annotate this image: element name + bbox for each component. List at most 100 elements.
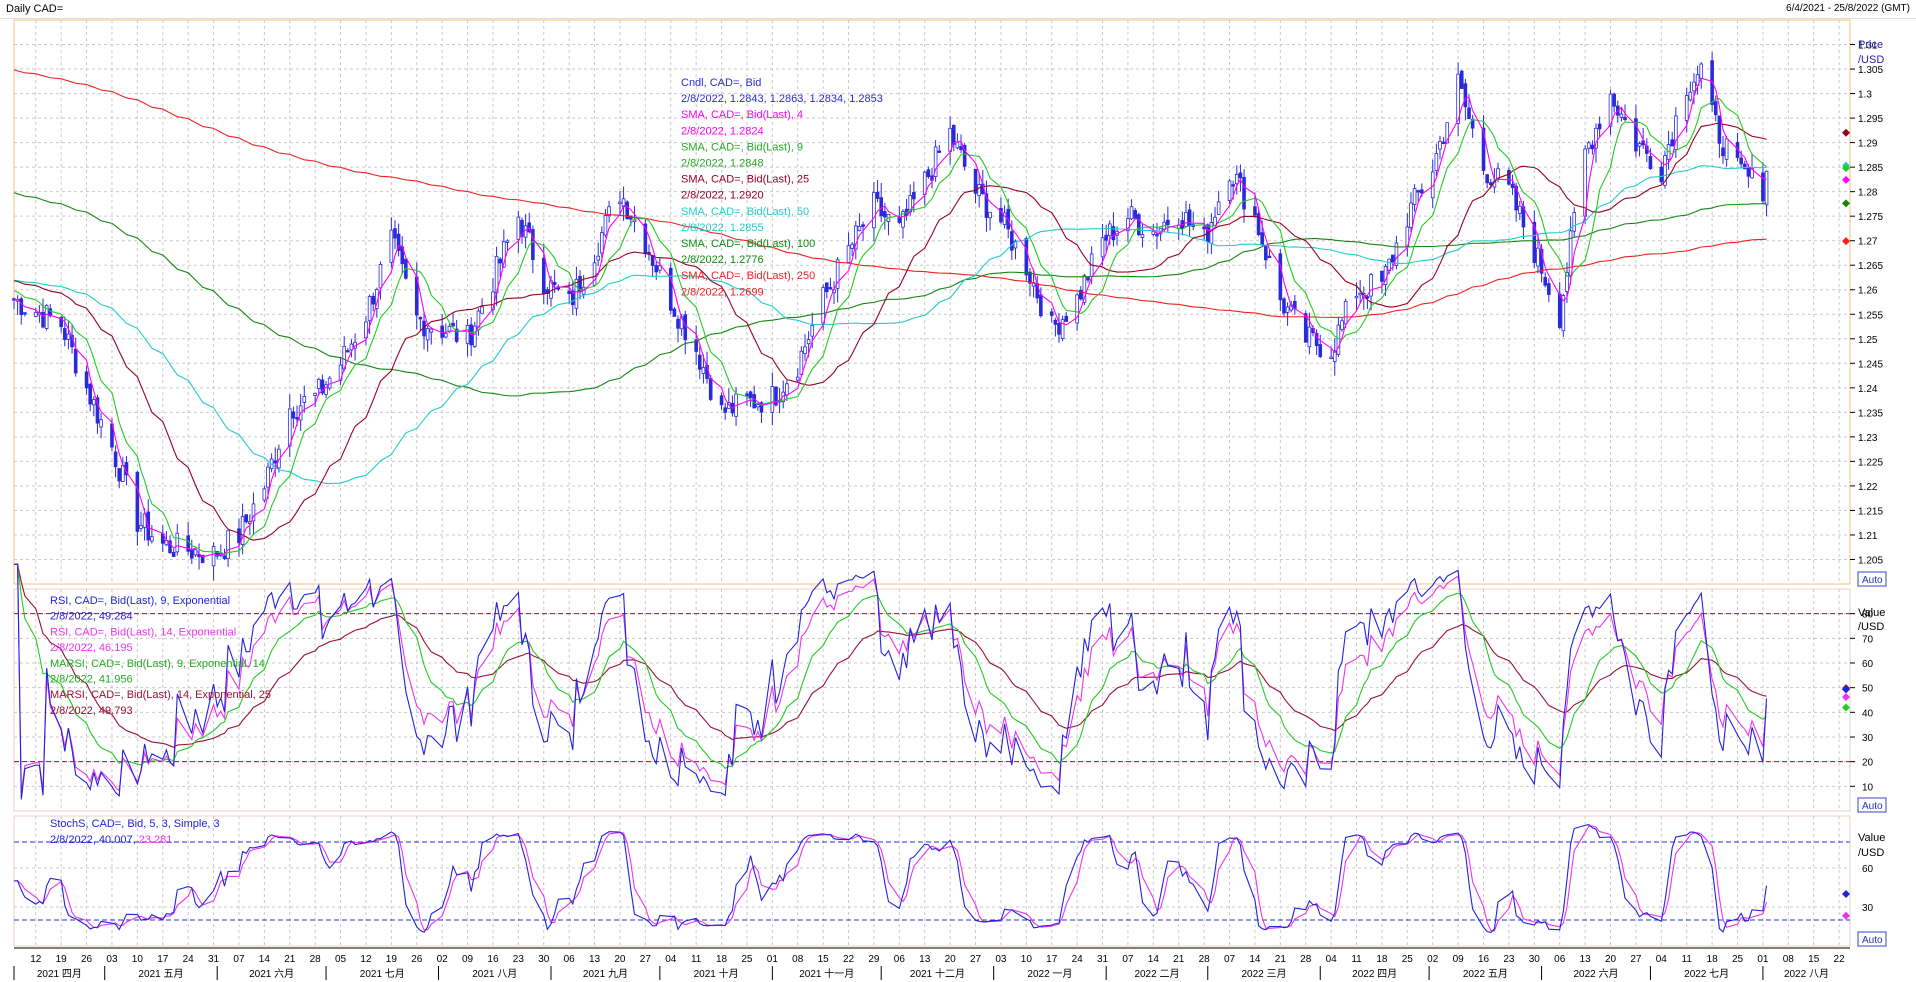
- candle-body: [291, 411, 296, 419]
- stoch-series: [13, 823, 1768, 934]
- month-label: 2022 七月: [1684, 968, 1729, 980]
- stoch-axis-unit: /USD: [1858, 847, 1884, 859]
- x-tick-label: 26: [81, 954, 93, 965]
- rsi-legend-line: 2/8/2022, 46.195: [50, 642, 133, 654]
- candle-body: [1231, 184, 1235, 187]
- x-tick-label: 28: [310, 954, 322, 965]
- x-tick-label: 18: [1707, 954, 1719, 965]
- candle-body: [1764, 170, 1769, 206]
- candle-body: [828, 287, 833, 290]
- candle-body: [171, 552, 176, 557]
- candle-body: [1202, 226, 1206, 230]
- x-tick-label: 25: [1732, 954, 1744, 965]
- candle-body: [1699, 63, 1704, 79]
- x-tick-label: 07: [1122, 954, 1134, 965]
- chart-canvas[interactable]: 12 19 26 03 10 17 24 31 07 14 21 28 05 12 19 26 02 09 16 23…: [0, 0, 1916, 982]
- candle-body: [1717, 115, 1722, 144]
- candle-body: [346, 350, 350, 353]
- sma-250-line: [13, 69, 1767, 318]
- gridlines: [14, 20, 1850, 946]
- stoch-axis-title: Value: [1858, 832, 1885, 844]
- candle-body: [175, 532, 180, 553]
- price-legend-line: SMA, CAD=, Bid(Last), 25: [681, 174, 809, 186]
- candle-body: [73, 348, 78, 374]
- candle-body: [23, 312, 27, 315]
- x-tick-label: 09: [1453, 954, 1465, 965]
- candle-body: [1659, 166, 1664, 183]
- candle-body: [211, 546, 216, 567]
- price-legend-line: SMA, CAD=, Bid(Last), 250: [681, 270, 815, 282]
- candle-body: [393, 228, 397, 239]
- candle-body: [440, 325, 444, 338]
- candle-body: [824, 282, 829, 293]
- candle-body: [1151, 230, 1156, 235]
- price-tick-label: 1.295: [1858, 114, 1883, 125]
- rsi-auto-button[interactable]: Auto: [1857, 797, 1887, 813]
- x-tick-label: 13: [589, 954, 601, 965]
- x-tick-label: 04: [1656, 954, 1668, 965]
- candle-body: [1104, 234, 1108, 241]
- x-tick-label: 18: [1376, 954, 1388, 965]
- x-tick-label: 30: [538, 954, 550, 965]
- candle-body: [857, 225, 862, 232]
- price-tick-label: 1.265: [1858, 261, 1883, 272]
- stoch-k-line: [13, 823, 1768, 934]
- rsi-legend-line: MARSI, CAD=, Bid(Last), 9, Exponential, …: [50, 658, 265, 670]
- candle-body: [1586, 142, 1591, 149]
- candle-body: [1441, 141, 1446, 144]
- sma250-marker: [1842, 237, 1850, 246]
- x-tick-label: 12: [30, 954, 42, 965]
- candle-body: [1129, 206, 1134, 220]
- x-tick-label: 21: [1173, 954, 1185, 965]
- price-legend-line: 2/8/2022, 1.2855: [681, 222, 764, 234]
- candle-body: [273, 460, 278, 464]
- candle-body: [1412, 188, 1417, 205]
- x-tick-label: 03: [995, 954, 1007, 965]
- candle-body: [266, 466, 270, 488]
- candle-body: [1648, 155, 1653, 169]
- x-tick-label: 19: [386, 954, 398, 965]
- x-tick-label: 06: [894, 954, 906, 965]
- price-legend-line: 2/8/2022, 1.2824: [681, 125, 764, 137]
- price-auto-button[interactable]: Auto: [1857, 571, 1887, 587]
- rsi-legend-line: MARSI, CAD=, Bid(Last), 14, Exponential,…: [50, 689, 271, 701]
- candle-body: [912, 192, 916, 200]
- candle-body: [498, 258, 503, 264]
- candle-body: [1721, 147, 1725, 157]
- rsi-legend-line: 2/8/2022, 41.956: [50, 674, 133, 686]
- candle-body: [1536, 247, 1540, 267]
- x-tick-label: 11: [1351, 954, 1362, 965]
- candle-body: [618, 201, 622, 204]
- candle-body: [1507, 169, 1511, 185]
- candle-body: [418, 316, 423, 320]
- candle-body: [1329, 356, 1333, 360]
- month-label: 2021 四月: [37, 968, 82, 980]
- candle-body: [1619, 113, 1624, 118]
- candle-body: [135, 471, 140, 532]
- stoch-tick-label: 30: [1862, 903, 1874, 914]
- candle-body: [1049, 311, 1054, 316]
- candle-body: [926, 169, 931, 177]
- x-tick-label: 12: [360, 954, 372, 965]
- candle-body: [683, 314, 688, 341]
- price-legend-line: 2/8/2022, 1.2848: [681, 158, 764, 170]
- candle-body: [443, 333, 448, 338]
- rsi-axis-unit: /USD: [1858, 621, 1884, 633]
- candle-body: [66, 333, 71, 340]
- x-tick-label: 11: [691, 954, 702, 965]
- x-tick-label: 11: [1682, 954, 1693, 965]
- candle-body: [600, 232, 604, 254]
- price-legend-line: 2/8/2022, 1.2843, 1.2863, 1.2834, 1.2853: [681, 93, 883, 105]
- candle-body: [1100, 237, 1105, 258]
- x-tick-label: 02: [1427, 954, 1439, 965]
- month-label: 2022 二月: [1134, 968, 1179, 980]
- stoch-auto-button[interactable]: Auto: [1857, 931, 1887, 947]
- price-tick-label: 1.26: [1858, 286, 1878, 297]
- candle-body: [480, 306, 484, 314]
- candle-body: [959, 146, 963, 151]
- candle-body: [316, 378, 321, 389]
- candle-body: [596, 255, 600, 261]
- svg-text:Auto: Auto: [1862, 801, 1883, 812]
- candle-body: [473, 325, 477, 347]
- candle-body: [803, 346, 807, 355]
